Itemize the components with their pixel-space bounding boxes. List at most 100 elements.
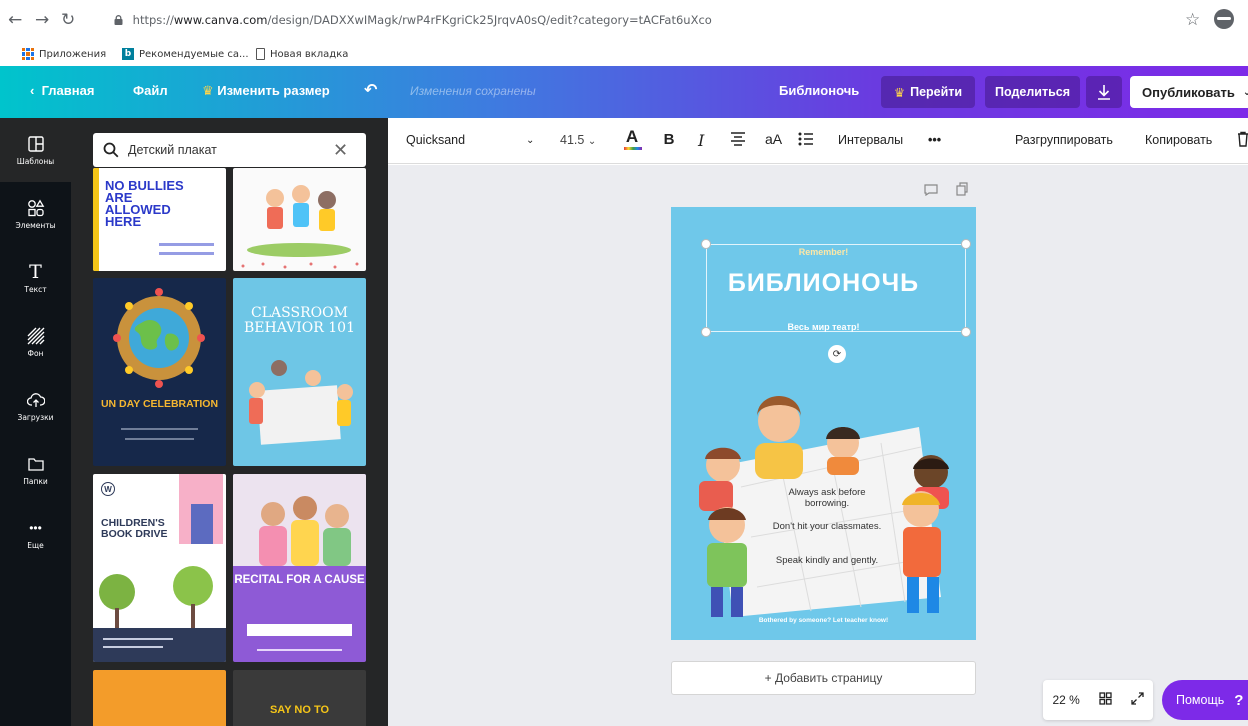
template-tile-no-bullies[interactable]: NO BULLIES ARE ALLOWED HERE — [93, 168, 226, 271]
design-footer[interactable]: Bothered by someone? Let teacher know! — [671, 617, 976, 624]
undo-icon[interactable]: ↶ — [364, 80, 377, 100]
crown-icon: ♛ — [893, 85, 906, 100]
template-title: NO BULLIES ARE ALLOWED HERE — [105, 178, 184, 229]
zoom-controls: 22 % — [1043, 680, 1153, 720]
url-path: /design/DADXXwIMagk/rwP4rFKgriCk25JrqvA0… — [267, 13, 712, 27]
download-icon — [1098, 85, 1110, 100]
account-icon[interactable] — [1214, 9, 1234, 29]
copy-button[interactable]: Копировать — [1145, 133, 1212, 147]
more-icon: ••• — [29, 520, 42, 535]
tile-text-line — [125, 438, 194, 440]
resize-handle[interactable] — [701, 239, 711, 249]
zoom-level[interactable]: 22 % — [1052, 693, 1079, 707]
background-icon — [27, 327, 45, 345]
bookmarks-bar: Приложения b Рекомендуемые са... Новая в… — [0, 44, 1248, 66]
reload-icon[interactable]: ↻ — [61, 10, 75, 30]
color-bar — [624, 147, 642, 150]
template-title: RECITAL FOR A CAUSE — [234, 574, 365, 586]
template-tile-un-day[interactable]: UN DAY CELEBRATION — [93, 278, 226, 466]
rule-item[interactable]: Don't hit your classmates. — [767, 521, 887, 532]
rail-item-background[interactable]: Фон — [0, 310, 71, 374]
star-icon[interactable]: ☆ — [1185, 10, 1200, 30]
text-color-icon: A — [625, 127, 639, 146]
browser-address-bar: ← → ↻ https://www.canva.com/design/DADXX… — [0, 0, 1248, 44]
document-title[interactable]: Библионочь — [779, 83, 859, 98]
text-color-button[interactable]: A — [624, 128, 642, 150]
forward-icon[interactable]: → — [35, 10, 49, 30]
lock-icon — [114, 15, 123, 25]
font-family-select[interactable]: Quicksand — [406, 133, 465, 147]
more-options-button[interactable]: ••• — [928, 133, 941, 147]
tile-text-line — [121, 428, 198, 430]
rail-label: Элементы — [15, 220, 56, 230]
template-tile-book-drive[interactable]: W CHILDREN'S BOOK DRIVE — [93, 474, 226, 662]
bookmark-label: Рекомендуемые са... — [139, 48, 249, 60]
trash-icon — [1238, 131, 1248, 147]
duplicate-page-icon[interactable] — [956, 182, 968, 201]
clear-search-icon[interactable]: ✕ — [333, 140, 348, 161]
help-button[interactable]: Помощь ? — [1162, 680, 1248, 720]
italic-button[interactable]: I — [698, 131, 704, 150]
template-tile-recital[interactable]: RECITAL FOR A CAUSE — [233, 474, 366, 662]
tile-badge — [247, 624, 352, 636]
spacing-button[interactable]: Интервалы — [838, 133, 903, 147]
fullscreen-icon[interactable] — [1130, 692, 1144, 708]
bing-icon: b — [122, 48, 134, 60]
bold-button[interactable]: B — [660, 131, 678, 151]
list-button[interactable] — [798, 132, 814, 149]
add-page-button[interactable]: + Добавить страницу — [671, 661, 976, 695]
align-button[interactable] — [730, 132, 746, 149]
resize-handle[interactable] — [961, 327, 971, 337]
rail-item-folders[interactable]: Папки — [0, 438, 71, 502]
publish-button[interactable]: Опубликовать ⌄ — [1130, 76, 1248, 108]
page-icon — [256, 48, 265, 60]
file-menu-button[interactable]: Файл — [133, 83, 168, 98]
rail-item-elements[interactable]: Элементы — [0, 182, 71, 246]
template-title: UN DAY CELEBRATION — [100, 398, 219, 410]
selection-box[interactable] — [706, 244, 966, 332]
rail-item-more[interactable]: ••• Еще — [0, 502, 71, 566]
rail-label: Фон — [27, 348, 44, 358]
upgrade-button[interactable]: ♛ Перейти — [881, 76, 975, 108]
resize-handle[interactable] — [961, 239, 971, 249]
template-tile-orange[interactable] — [93, 670, 226, 726]
editor-header: ‹ Главная Файл ♛ Изменить размер ↶ Измен… — [0, 66, 1248, 118]
case-button[interactable]: aA — [765, 131, 782, 147]
resize-button[interactable]: ♛ Изменить размер — [202, 83, 330, 99]
kids-illustration — [241, 185, 359, 269]
tile-text-line — [159, 243, 214, 246]
bookmark-recommended[interactable]: b Рекомендуемые са... — [122, 48, 249, 60]
home-button[interactable]: ‹ Главная — [30, 83, 94, 98]
font-size-select[interactable]: 41.5 ⌄ — [560, 133, 596, 147]
tile-stripe — [93, 168, 99, 271]
rail-label: Текст — [24, 284, 47, 294]
template-tile-kids-playing[interactable] — [233, 168, 366, 271]
back-icon[interactable]: ← — [8, 10, 22, 30]
delete-button[interactable] — [1237, 131, 1248, 150]
chevron-down-icon[interactable]: ⌄ — [526, 135, 534, 146]
bookmark-new-tab[interactable]: Новая вкладка — [256, 48, 348, 60]
comment-icon[interactable] — [924, 183, 938, 201]
elements-icon — [27, 199, 45, 217]
rotate-handle[interactable]: ⟳ — [828, 345, 846, 363]
list-icon — [798, 132, 813, 146]
template-tile-say-no[interactable]: SAY NO TO — [233, 670, 366, 726]
share-button[interactable]: Поделиться — [985, 76, 1080, 108]
resize-handle[interactable] — [701, 327, 711, 337]
ungroup-button[interactable]: Разгруппировать — [1015, 133, 1113, 147]
rule-item[interactable]: Always ask before borrowing. — [767, 487, 887, 509]
bookmark-label: Новая вкладка — [270, 48, 349, 60]
bookmark-label: Приложения — [39, 48, 107, 60]
rail-item-text[interactable]: T Текст — [0, 246, 71, 310]
template-tile-classroom-behavior[interactable]: CLASSROOM BEHAVIOR 101 — [233, 278, 366, 466]
rule-item[interactable]: Speak kindly and gently. — [767, 555, 887, 566]
rail-item-templates[interactable]: Шаблоны — [0, 118, 71, 182]
save-status: Изменения сохранены — [410, 84, 536, 98]
download-button[interactable] — [1086, 76, 1122, 108]
url-field[interactable]: https://www.canva.com/design/DADXXwIMagk… — [114, 13, 712, 27]
grid-view-icon[interactable] — [1099, 692, 1112, 708]
search-input[interactable] — [128, 143, 333, 157]
url-prefix: https:// — [132, 13, 174, 27]
rail-item-uploads[interactable]: Загрузки — [0, 374, 71, 438]
bookmark-apps[interactable]: Приложения — [22, 48, 106, 60]
